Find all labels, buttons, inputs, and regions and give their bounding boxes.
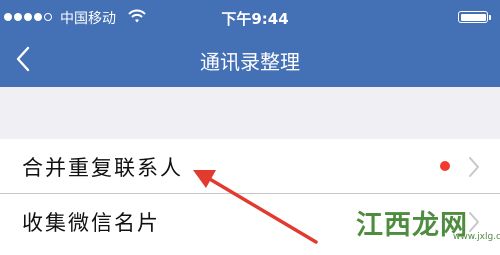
chevron-right-icon xyxy=(469,157,479,177)
list-item-label: 收集微信名片 xyxy=(22,211,160,235)
section-spacer xyxy=(0,87,500,140)
watermark-url: www.jxlg.com xyxy=(453,232,500,242)
list-item-merge-duplicates[interactable]: 合并重复联系人 xyxy=(0,139,500,194)
header: 中国移动 下午9:44 通讯录整理 xyxy=(0,0,500,87)
watermark-text: 江西龙网 xyxy=(356,210,468,241)
signal-icon xyxy=(4,13,52,21)
page-title: 通讯录整理 xyxy=(200,50,300,74)
notification-badge xyxy=(440,161,450,171)
battery-icon xyxy=(458,11,491,23)
wifi-icon xyxy=(128,9,146,23)
status-time: 下午9:44 xyxy=(221,10,289,28)
nav-bar: 通讯录整理 xyxy=(0,32,500,87)
list-item-label: 合并重复联系人 xyxy=(22,156,183,180)
chevron-right-icon xyxy=(469,212,479,232)
status-bar: 中国移动 下午9:44 xyxy=(0,0,500,32)
watermark: 江西龙网 xyxy=(356,203,468,242)
carrier-label: 中国移动 xyxy=(60,11,116,27)
